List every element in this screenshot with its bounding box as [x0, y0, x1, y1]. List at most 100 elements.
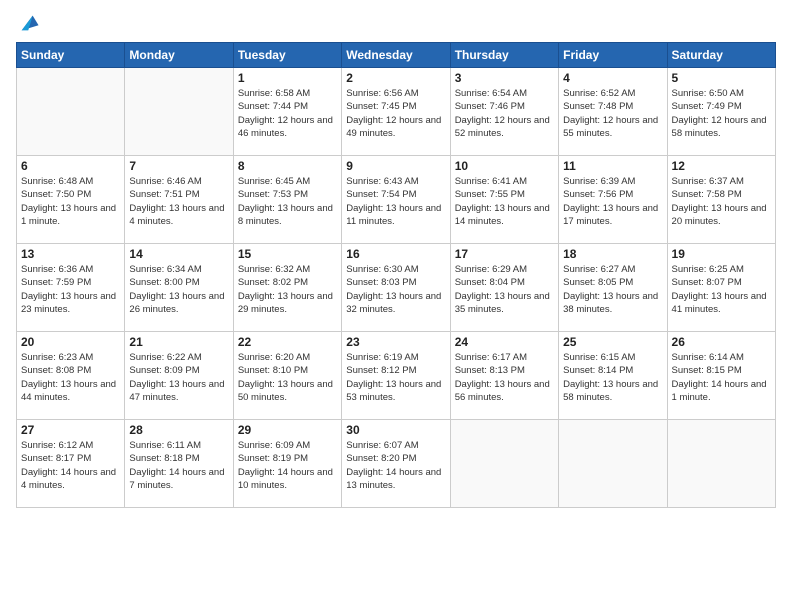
day-number: 10 [455, 159, 554, 173]
calendar-header-row: SundayMondayTuesdayWednesdayThursdayFrid… [17, 43, 776, 68]
calendar-day-cell: 30 Sunrise: 6:07 AM Sunset: 8:20 PM Dayli… [342, 420, 450, 508]
day-info: Sunrise: 6:36 AM Sunset: 7:59 PM Dayligh… [21, 263, 120, 316]
day-info: Sunrise: 6:39 AM Sunset: 7:56 PM Dayligh… [563, 175, 662, 228]
day-number: 20 [21, 335, 120, 349]
day-info: Sunrise: 6:34 AM Sunset: 8:00 PM Dayligh… [129, 263, 228, 316]
day-info: Sunrise: 6:41 AM Sunset: 7:55 PM Dayligh… [455, 175, 554, 228]
calendar-day-cell [450, 420, 558, 508]
calendar-day-cell: 14Sunrise: 6:34 AM Sunset: 8:00 PM Dayli… [125, 244, 233, 332]
calendar-week-row: 20 Sunrise: 6:23 AM Sunset: 8:08 PM Dayli… [17, 332, 776, 420]
calendar-day-cell: 27 Sunrise: 6:12 AM Sunset: 8:17 PM Dayli… [17, 420, 125, 508]
day-number: 12 [672, 159, 771, 173]
calendar-day-cell: 3Sunrise: 6:54 AM Sunset: 7:46 PM Daylig… [450, 68, 558, 156]
calendar-day-cell: 9 Sunrise: 6:43 AM Sunset: 7:54 PM Daylig… [342, 156, 450, 244]
calendar-day-cell: 26 Sunrise: 6:14 AM Sunset: 8:15 PM Dayli… [667, 332, 775, 420]
day-info: Sunrise: 6:11 AM Sunset: 8:18 PM Dayligh… [129, 439, 228, 492]
weekday-header: Friday [559, 43, 667, 68]
calendar-day-cell: 18 Sunrise: 6:27 AM Sunset: 8:05 PM Dayli… [559, 244, 667, 332]
weekday-header: Wednesday [342, 43, 450, 68]
day-number: 5 [672, 71, 771, 85]
day-info: Sunrise: 6:43 AM Sunset: 7:54 PM Dayligh… [346, 175, 445, 228]
weekday-header: Saturday [667, 43, 775, 68]
day-number: 29 [238, 423, 337, 437]
calendar-week-row: 1 Sunrise: 6:58 AM Sunset: 7:44 PM Daylig… [17, 68, 776, 156]
calendar-day-cell: 12 Sunrise: 6:37 AM Sunset: 7:58 PM Dayli… [667, 156, 775, 244]
calendar-day-cell: 7 Sunrise: 6:46 AM Sunset: 7:51 PM Daylig… [125, 156, 233, 244]
day-number: 30 [346, 423, 445, 437]
day-info: Sunrise: 6:37 AM Sunset: 7:58 PM Dayligh… [672, 175, 771, 228]
day-info: Sunrise: 6:09 AM Sunset: 8:19 PM Dayligh… [238, 439, 337, 492]
calendar-day-cell: 23 Sunrise: 6:19 AM Sunset: 8:12 PM Dayli… [342, 332, 450, 420]
day-number: 28 [129, 423, 228, 437]
calendar-day-cell: 19 Sunrise: 6:25 AM Sunset: 8:07 PM Dayli… [667, 244, 775, 332]
calendar-day-cell: 10 Sunrise: 6:41 AM Sunset: 7:55 PM Dayli… [450, 156, 558, 244]
day-number: 21 [129, 335, 228, 349]
day-info: Sunrise: 6:19 AM Sunset: 8:12 PM Dayligh… [346, 351, 445, 404]
calendar-day-cell: 29 Sunrise: 6:09 AM Sunset: 8:19 PM Dayli… [233, 420, 341, 508]
calendar-day-cell: 2 Sunrise: 6:56 AM Sunset: 7:45 PM Daylig… [342, 68, 450, 156]
calendar-day-cell: 21 Sunrise: 6:22 AM Sunset: 8:09 PM Dayli… [125, 332, 233, 420]
calendar-week-row: 27 Sunrise: 6:12 AM Sunset: 8:17 PM Dayli… [17, 420, 776, 508]
calendar-day-cell [17, 68, 125, 156]
calendar-day-cell: 8 Sunrise: 6:45 AM Sunset: 7:53 PM Daylig… [233, 156, 341, 244]
day-number: 1 [238, 71, 337, 85]
logo [16, 12, 40, 34]
calendar-day-cell: 17 Sunrise: 6:29 AM Sunset: 8:04 PM Dayli… [450, 244, 558, 332]
day-info: Sunrise: 6:20 AM Sunset: 8:10 PM Dayligh… [238, 351, 337, 404]
day-number: 26 [672, 335, 771, 349]
calendar-body: 1 Sunrise: 6:58 AM Sunset: 7:44 PM Daylig… [17, 68, 776, 508]
day-info: Sunrise: 6:07 AM Sunset: 8:20 PM Dayligh… [346, 439, 445, 492]
day-number: 18 [563, 247, 662, 261]
calendar-day-cell: 16Sunrise: 6:30 AM Sunset: 8:03 PM Dayli… [342, 244, 450, 332]
day-info: Sunrise: 6:30 AM Sunset: 8:03 PM Dayligh… [346, 263, 445, 316]
calendar-day-cell: 25 Sunrise: 6:15 AM Sunset: 8:14 PM Dayli… [559, 332, 667, 420]
header [16, 12, 776, 34]
calendar-day-cell [125, 68, 233, 156]
day-info: Sunrise: 6:27 AM Sunset: 8:05 PM Dayligh… [563, 263, 662, 316]
day-number: 4 [563, 71, 662, 85]
calendar-day-cell: 6Sunrise: 6:48 AM Sunset: 7:50 PM Daylig… [17, 156, 125, 244]
calendar-day-cell: 24 Sunrise: 6:17 AM Sunset: 8:13 PM Dayli… [450, 332, 558, 420]
day-info: Sunrise: 6:50 AM Sunset: 7:49 PM Dayligh… [672, 87, 771, 140]
weekday-header: Thursday [450, 43, 558, 68]
day-number: 9 [346, 159, 445, 173]
day-info: Sunrise: 6:45 AM Sunset: 7:53 PM Dayligh… [238, 175, 337, 228]
day-info: Sunrise: 6:29 AM Sunset: 8:04 PM Dayligh… [455, 263, 554, 316]
day-number: 19 [672, 247, 771, 261]
day-number: 11 [563, 159, 662, 173]
calendar-day-cell: 22 Sunrise: 6:20 AM Sunset: 8:10 PM Dayli… [233, 332, 341, 420]
calendar-week-row: 6Sunrise: 6:48 AM Sunset: 7:50 PM Daylig… [17, 156, 776, 244]
day-number: 13 [21, 247, 120, 261]
day-number: 7 [129, 159, 228, 173]
day-info: Sunrise: 6:12 AM Sunset: 8:17 PM Dayligh… [21, 439, 120, 492]
day-info: Sunrise: 6:22 AM Sunset: 8:09 PM Dayligh… [129, 351, 228, 404]
logo-icon [18, 12, 40, 34]
day-number: 24 [455, 335, 554, 349]
calendar-day-cell: 28 Sunrise: 6:11 AM Sunset: 8:18 PM Dayli… [125, 420, 233, 508]
day-number: 17 [455, 247, 554, 261]
day-info: Sunrise: 6:54 AM Sunset: 7:46 PM Dayligh… [455, 87, 554, 140]
day-number: 2 [346, 71, 445, 85]
day-info: Sunrise: 6:25 AM Sunset: 8:07 PM Dayligh… [672, 263, 771, 316]
calendar-day-cell: 13 Sunrise: 6:36 AM Sunset: 7:59 PM Dayli… [17, 244, 125, 332]
day-info: Sunrise: 6:46 AM Sunset: 7:51 PM Dayligh… [129, 175, 228, 228]
calendar-day-cell: 15Sunrise: 6:32 AM Sunset: 8:02 PM Dayli… [233, 244, 341, 332]
calendar-day-cell [559, 420, 667, 508]
day-number: 27 [21, 423, 120, 437]
calendar-day-cell: 4Sunrise: 6:52 AM Sunset: 7:48 PM Daylig… [559, 68, 667, 156]
calendar-week-row: 13 Sunrise: 6:36 AM Sunset: 7:59 PM Dayli… [17, 244, 776, 332]
day-info: Sunrise: 6:56 AM Sunset: 7:45 PM Dayligh… [346, 87, 445, 140]
day-info: Sunrise: 6:23 AM Sunset: 8:08 PM Dayligh… [21, 351, 120, 404]
day-info: Sunrise: 6:58 AM Sunset: 7:44 PM Dayligh… [238, 87, 337, 140]
day-number: 22 [238, 335, 337, 349]
day-number: 25 [563, 335, 662, 349]
day-number: 8 [238, 159, 337, 173]
day-info: Sunrise: 6:15 AM Sunset: 8:14 PM Dayligh… [563, 351, 662, 404]
day-info: Sunrise: 6:17 AM Sunset: 8:13 PM Dayligh… [455, 351, 554, 404]
weekday-header: Monday [125, 43, 233, 68]
day-number: 23 [346, 335, 445, 349]
calendar-day-cell: 11 Sunrise: 6:39 AM Sunset: 7:56 PM Dayli… [559, 156, 667, 244]
day-info: Sunrise: 6:14 AM Sunset: 8:15 PM Dayligh… [672, 351, 771, 404]
calendar-day-cell: 5 Sunrise: 6:50 AM Sunset: 7:49 PM Daylig… [667, 68, 775, 156]
day-number: 6 [21, 159, 120, 173]
